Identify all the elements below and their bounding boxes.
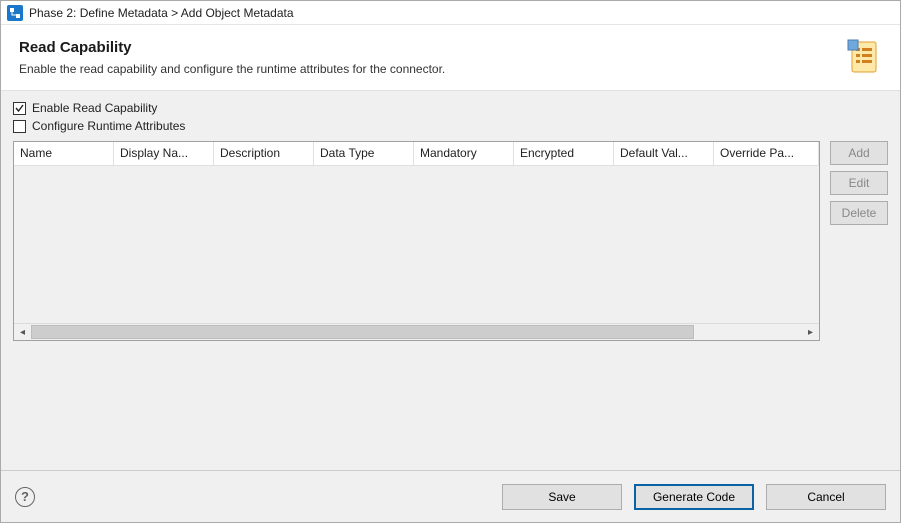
delete-button[interactable]: Delete bbox=[830, 201, 888, 225]
col-encrypted[interactable]: Encrypted bbox=[514, 142, 614, 166]
help-icon[interactable]: ? bbox=[15, 487, 35, 507]
horizontal-scrollbar[interactable]: ◂ ▸ bbox=[14, 323, 819, 340]
titlebar: Phase 2: Define Metadata > Add Object Me… bbox=[1, 1, 900, 25]
banner-heading: Read Capability bbox=[19, 39, 882, 56]
checkbox-icon bbox=[13, 120, 26, 133]
save-button[interactable]: Save bbox=[502, 484, 622, 510]
col-data-type[interactable]: Data Type bbox=[314, 142, 414, 166]
edit-button[interactable]: Edit bbox=[830, 171, 888, 195]
scroll-track[interactable] bbox=[31, 324, 802, 340]
col-name[interactable]: Name bbox=[14, 142, 114, 166]
banner-description: Enable the read capability and configure… bbox=[19, 62, 882, 76]
add-button[interactable]: Add bbox=[830, 141, 888, 165]
checkbox-label: Enable Read Capability bbox=[32, 101, 157, 115]
scroll-left-icon[interactable]: ◂ bbox=[14, 324, 31, 341]
table-body bbox=[14, 166, 819, 323]
col-description[interactable]: Description bbox=[214, 142, 314, 166]
scroll-thumb[interactable] bbox=[31, 325, 694, 339]
dialog-window: Phase 2: Define Metadata > Add Object Me… bbox=[0, 0, 901, 523]
window-title: Phase 2: Define Metadata > Add Object Me… bbox=[29, 6, 294, 20]
generate-code-button[interactable]: Generate Code bbox=[634, 484, 754, 510]
banner: Read Capability Enable the read capabili… bbox=[1, 25, 900, 91]
enable-read-checkbox[interactable]: Enable Read Capability bbox=[13, 101, 888, 115]
checkbox-label: Configure Runtime Attributes bbox=[32, 119, 185, 133]
col-default-value[interactable]: Default Val... bbox=[614, 142, 714, 166]
configure-runtime-checkbox[interactable]: Configure Runtime Attributes bbox=[13, 119, 888, 133]
cancel-button[interactable]: Cancel bbox=[766, 484, 886, 510]
footer: ? Save Generate Code Cancel bbox=[1, 470, 900, 522]
content-area: Enable Read Capability Configure Runtime… bbox=[1, 91, 900, 470]
app-icon bbox=[7, 5, 23, 21]
col-mandatory[interactable]: Mandatory bbox=[414, 142, 514, 166]
scroll-right-icon[interactable]: ▸ bbox=[802, 324, 819, 341]
table-header: Name Display Na... Description Data Type… bbox=[14, 142, 819, 166]
document-icon bbox=[846, 38, 886, 78]
col-display-name[interactable]: Display Na... bbox=[114, 142, 214, 166]
attributes-table[interactable]: Name Display Na... Description Data Type… bbox=[13, 141, 820, 341]
table-side-buttons: Add Edit Delete bbox=[830, 141, 888, 341]
col-override-partition[interactable]: Override Pa... bbox=[714, 142, 819, 166]
checkbox-icon bbox=[13, 102, 26, 115]
